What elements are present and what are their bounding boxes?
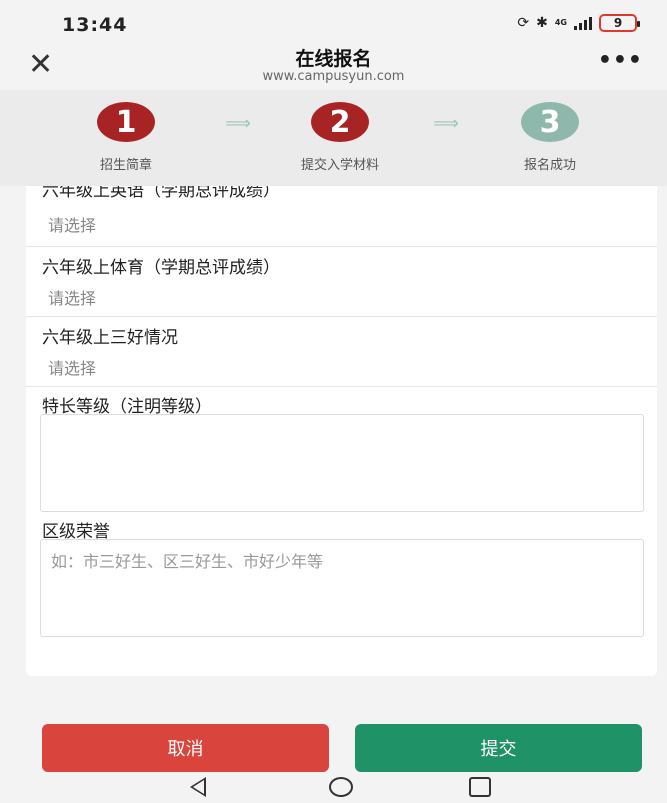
field-english-select[interactable]: 请选择 [48,212,96,236]
step-3: 3 报名成功 [480,102,620,173]
field-sanhao[interactable]: 六年级上三好情况 请选择 [26,317,657,387]
status-icons: ⟳ ✱ 4G 9 [517,13,640,33]
step-1-circle: 1 [97,102,155,142]
page-url: www.campusyun.com [262,69,405,84]
nav-home-icon[interactable] [329,777,353,797]
navigation-bar [0,772,667,803]
status-time: 13:44 [62,14,128,36]
cancel-button[interactable]: 取消 [42,724,329,772]
field-specialty-textarea[interactable] [40,414,644,512]
title-bar: ✕ 在线报名 www.campusyun.com ••• [0,44,667,88]
battery-level: 9 [613,16,623,30]
field-pe-label: 六年级上体育（学期总评成绩） [42,258,280,278]
nav-back-icon[interactable] [190,777,206,797]
registration-form: 六年级上英语（学期总评成绩） 请选择 六年级上体育（学期总评成绩） 请选择 六年… [26,186,657,676]
step-indicator: 1 招生简章 ⟹ 2 提交入学材料 ⟹ 3 报名成功 [0,90,667,186]
field-sanhao-select[interactable]: 请选择 [48,355,96,379]
step-3-label: 报名成功 [523,158,576,173]
more-icon[interactable]: ••• [598,50,643,72]
step-1-label: 招生简章 [99,158,152,173]
field-english-label: 六年级上英语（学期总评成绩） [42,186,280,201]
battery-icon: 9 [599,14,640,32]
field-pe[interactable]: 六年级上体育（学期总评成绩） 请选择 [26,247,657,317]
nav-recent-icon[interactable] [469,777,491,797]
field-honor-placeholder: 如：市三好生、区三好生、市好少年等 [51,552,324,571]
bluetooth-icon: ✱ [536,15,548,31]
field-honor-textarea[interactable]: 如：市三好生、区三好生、市好少年等 [40,539,644,637]
step-arrow-icon: ⟹ [225,113,251,134]
page-title: 在线报名 [295,48,372,70]
submit-button[interactable]: 提交 [355,724,642,772]
field-sanhao-label: 六年级上三好情况 [42,328,178,348]
field-pe-select[interactable]: 请选择 [48,285,96,309]
step-1: 1 招生简章 [56,102,196,173]
speed-icon: ⟳ [517,15,530,31]
step-2-circle: 2 [311,102,369,142]
signal-icon [574,16,592,30]
status-bar: 13:44 ⟳ ✱ 4G 9 [0,0,667,44]
step-arrow-icon: ⟹ [433,113,459,134]
step-2: 2 提交入学材料 [270,102,410,173]
network-type: 4G [554,18,567,27]
step-2-label: 提交入学材料 [300,158,379,173]
field-english[interactable]: 六年级上英语（学期总评成绩） 请选择 [26,186,657,247]
step-3-circle: 3 [521,102,579,142]
